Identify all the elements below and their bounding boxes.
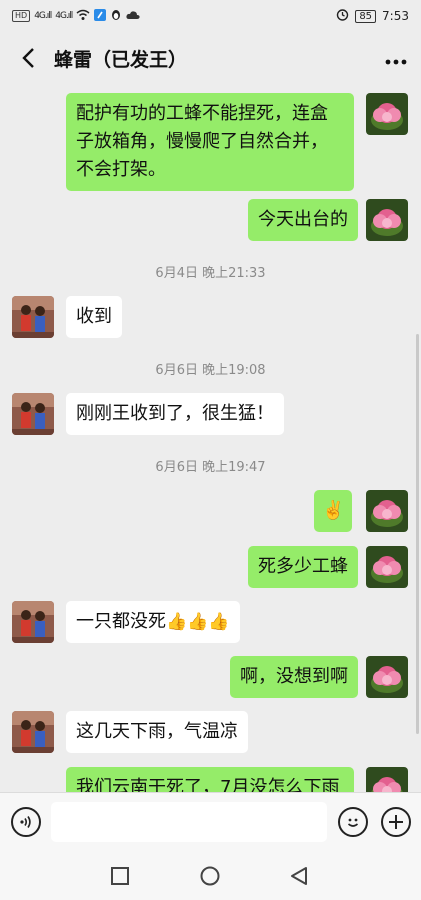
input-bar xyxy=(0,792,421,854)
chat-title: 蜂雷（已发王） xyxy=(54,48,188,71)
message-bubble-received[interactable]: 这几天下雨，气温凉 xyxy=(66,711,248,753)
emoji-button[interactable] xyxy=(338,807,368,837)
timestamp: 6月6日 晚上19:08 xyxy=(155,363,266,378)
back-button[interactable] xyxy=(14,44,42,72)
message-bubble-sent[interactable]: 配护有功的工蜂不能捏死，连盒子放箱角，慢慢爬了自然合并，不会打架。 xyxy=(66,93,354,191)
avatar[interactable] xyxy=(12,601,54,643)
message-list[interactable]: 配护有功的工蜂不能捏死，连盒子放箱角，慢慢爬了自然合并，不会打架。 今天出台的 … xyxy=(0,84,421,792)
avatar[interactable] xyxy=(366,546,408,588)
scrollbar[interactable] xyxy=(416,334,419,734)
circle-icon xyxy=(200,866,220,886)
home-button[interactable] xyxy=(200,866,220,890)
message-input[interactable] xyxy=(51,802,327,842)
avatar[interactable] xyxy=(366,767,408,792)
message-bubble-sent[interactable]: 今天出台的 xyxy=(248,199,358,241)
signal-icon: 4G.ıll xyxy=(34,11,52,21)
status-right: 85 7:53 xyxy=(336,8,409,24)
timestamp: 6月6日 晚上19:47 xyxy=(155,460,266,475)
wifi-icon xyxy=(76,9,90,24)
battery-indicator: 85 xyxy=(355,9,377,23)
message-bubble-sent[interactable]: 我们云南干死了，7月没怎么下雨 xyxy=(66,767,354,792)
triangle-back-icon xyxy=(291,867,307,885)
clock: 7:53 xyxy=(382,9,409,23)
message-bubble-sent[interactable]: 死多少工蜂 xyxy=(248,546,358,588)
app-notification-icon xyxy=(94,8,107,24)
avatar[interactable] xyxy=(366,656,408,698)
avatar[interactable] xyxy=(12,711,54,753)
avatar[interactable] xyxy=(366,199,408,241)
status-left: HD 4G.ıll 4G.ıll xyxy=(12,8,140,24)
chevron-left-icon xyxy=(22,48,34,68)
penguin-icon xyxy=(110,9,122,24)
message-bubble-received[interactable]: 收到 xyxy=(66,296,122,338)
message-text: 一只都没死 xyxy=(76,611,166,632)
message-bubble-received[interactable]: 一只都没死👍👍👍 xyxy=(66,601,240,643)
avatar[interactable] xyxy=(366,93,408,135)
hd-badge: HD xyxy=(12,10,31,22)
message-bubble-received[interactable]: 刚刚王收到了，很生猛！ xyxy=(66,393,284,435)
back-nav-button[interactable] xyxy=(290,866,308,890)
alarm-icon xyxy=(336,8,349,24)
status-bar: HD 4G.ıll 4G.ıll 85 7:53 xyxy=(0,0,421,32)
avatar[interactable] xyxy=(366,490,408,532)
system-nav-bar xyxy=(0,854,421,900)
more-dots-icon xyxy=(385,59,407,64)
signal-icon: 4G.ıll xyxy=(55,11,73,21)
plus-icon xyxy=(389,815,403,829)
emoji-icon xyxy=(347,818,359,827)
voice-icon xyxy=(20,816,31,828)
avatar[interactable] xyxy=(12,393,54,435)
voice-button[interactable] xyxy=(11,807,41,837)
cloud-icon xyxy=(126,9,140,23)
more-button[interactable] xyxy=(385,46,407,71)
recent-apps-button[interactable] xyxy=(111,867,129,889)
thumbs-up-emoji: 👍👍👍 xyxy=(166,612,230,632)
message-bubble-sent[interactable]: 啊，没想到啊 xyxy=(230,656,358,698)
more-functions-button[interactable] xyxy=(381,807,411,837)
chat-header: 蜂雷（已发王） xyxy=(0,32,421,84)
timestamp: 6月4日 晚上21:33 xyxy=(155,266,266,281)
avatar[interactable] xyxy=(12,296,54,338)
message-bubble-sent[interactable]: ✌️ xyxy=(314,490,353,532)
square-icon xyxy=(111,867,129,885)
